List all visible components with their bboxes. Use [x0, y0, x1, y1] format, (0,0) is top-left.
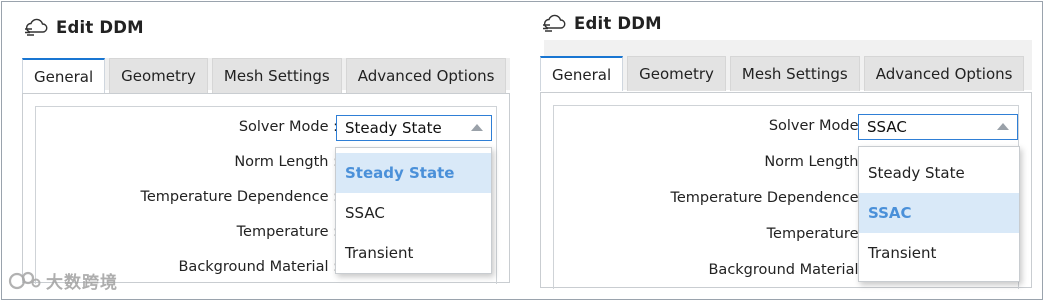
logo-icon — [8, 271, 41, 289]
dialog-header: Edit DDM — [24, 14, 144, 40]
edit-ddm-dialog-right: Edit DDM General Geometry Mesh Settings … — [530, 0, 1038, 296]
cloud-edit-icon — [543, 14, 566, 32]
option-transient[interactable]: Transient — [336, 233, 491, 273]
dialog-title: Edit DDM — [574, 13, 662, 33]
tab-mesh-settings[interactable]: Mesh Settings — [729, 56, 860, 91]
solver-mode-select[interactable]: Steady State — [336, 115, 492, 141]
watermark: 大数跨境 — [8, 268, 118, 293]
option-steady-state[interactable]: Steady State — [336, 153, 491, 193]
solver-mode-dropdown: Steady State SSAC Transient — [335, 147, 492, 274]
option-ssac[interactable]: SSAC — [336, 193, 491, 233]
tab-geometry[interactable]: Geometry — [627, 56, 726, 91]
solver-mode-label: Solver Mode : — [768, 118, 868, 134]
tab-mesh-settings[interactable]: Mesh Settings — [211, 58, 342, 93]
tab-general[interactable]: General — [540, 56, 624, 91]
norm-length-label: Norm Length : — [764, 154, 868, 170]
solver-mode-value: SSAC — [867, 118, 907, 136]
tab-general[interactable]: General — [22, 58, 106, 94]
background-material-label: Background Material : — [708, 262, 868, 278]
norm-length-label: Norm Length : — [234, 154, 338, 170]
tab-bar: General Geometry Mesh Settings Advanced … — [540, 56, 1025, 91]
background-material-label: Background Material : — [178, 259, 338, 275]
watermark-text: 大数跨境 — [46, 273, 118, 293]
temperature-label: Temperature : — [766, 226, 868, 242]
solver-mode-dropdown: Steady State SSAC Transient — [858, 146, 1020, 282]
dialog-header: Edit DDM — [542, 10, 662, 36]
option-transient[interactable]: Transient — [859, 233, 1019, 273]
solver-mode-value: Steady State — [345, 119, 442, 137]
temperature-dependence-label: Temperature Dependence : — [140, 189, 338, 205]
triangle-up-icon[interactable] — [997, 123, 1009, 130]
solver-mode-select[interactable]: SSAC — [858, 114, 1018, 140]
temperature-label: Temperature : — [236, 224, 338, 240]
triangle-up-icon[interactable] — [471, 124, 483, 131]
option-steady-state[interactable]: Steady State — [859, 153, 1019, 193]
dialog-title: Edit DDM — [56, 17, 144, 37]
option-ssac[interactable]: SSAC — [859, 193, 1019, 233]
temperature-dependence-label: Temperature Dependence : — [670, 190, 868, 206]
cloud-edit-icon — [25, 18, 48, 36]
tab-geometry[interactable]: Geometry — [109, 58, 208, 93]
tab-advanced-options[interactable]: Advanced Options — [863, 56, 1025, 91]
edit-ddm-dialog-left: Edit DDM General Geometry Mesh Settings … — [8, 0, 520, 296]
tab-bar: General Geometry Mesh Settings Advanced … — [22, 58, 507, 94]
solver-mode-label: Solver Mode : — [238, 119, 338, 135]
tab-advanced-options[interactable]: Advanced Options — [345, 58, 507, 93]
